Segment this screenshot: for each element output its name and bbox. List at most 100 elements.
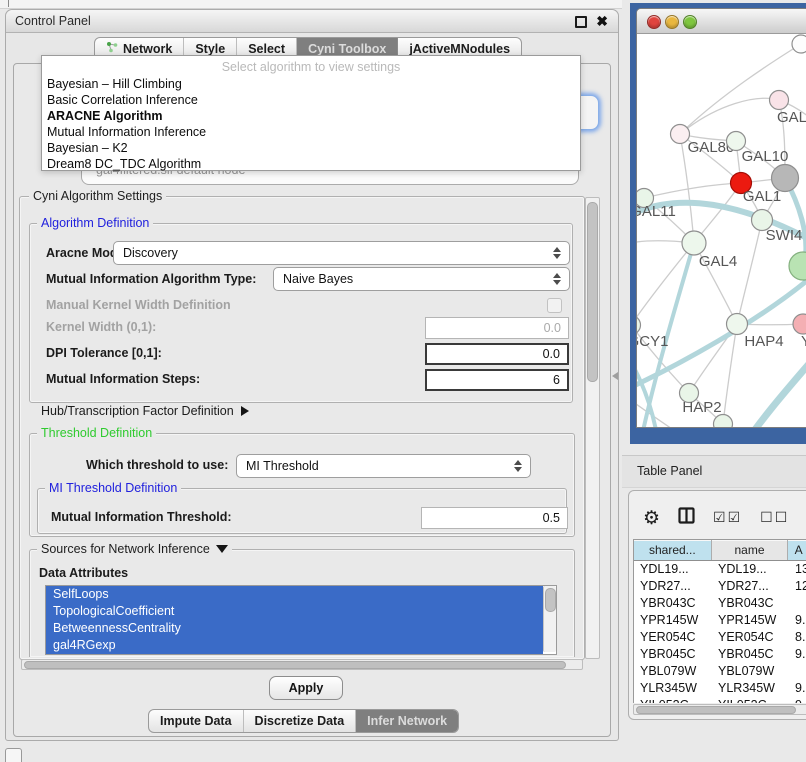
table-row[interactable]: YBR045CYBR045C9.: [634, 646, 806, 663]
network-node[interactable]: [727, 314, 748, 335]
apply-button[interactable]: Apply: [269, 676, 343, 700]
network-node[interactable]: [637, 316, 641, 335]
settings-hscrollbar[interactable]: [21, 659, 583, 670]
algorithm-option[interactable]: Basic Correlation Inference: [42, 92, 580, 108]
minimized-panel-icon[interactable]: [5, 748, 22, 762]
table-row[interactable]: YLR345WYLR345W9.: [634, 680, 806, 697]
column-header-A[interactable]: A: [788, 540, 806, 560]
table-cell: 8.: [789, 629, 806, 646]
data-attributes-label: Data Attributes: [39, 562, 128, 584]
table-cell: YBR045C: [712, 646, 789, 663]
panel-resize-handle[interactable]: [612, 372, 618, 380]
network-node[interactable]: [714, 415, 733, 429]
data-attributes-list[interactable]: SelfLoopsTopologicalCoefficientBetweenne…: [45, 585, 557, 655]
attribute-list-scrollbar-thumb[interactable]: [545, 588, 556, 612]
table-panel-title: Table Panel: [637, 464, 702, 478]
table-header-row: shared...nameA: [634, 540, 806, 561]
close-traffic-light[interactable]: [647, 15, 661, 29]
mi-steps-field[interactable]: 6: [425, 369, 569, 391]
table-row[interactable]: YPR145WYPR145W9.: [634, 612, 806, 629]
algorithm-option[interactable]: ARACNE Algorithm: [42, 108, 580, 124]
settings-scrollbar[interactable]: [585, 197, 600, 659]
threshold-definition-title: Threshold Definition: [37, 426, 156, 440]
attribute-list-item[interactable]: TopologicalCoefficient: [46, 603, 543, 620]
table-cell: YPR145W: [634, 612, 712, 629]
network-node[interactable]: [682, 231, 706, 255]
table-cell: YER054C: [634, 629, 712, 646]
mi-threshold-field[interactable]: 0.5: [421, 507, 568, 529]
table-cell: YLR345W: [634, 680, 712, 697]
close-icon[interactable]: ✖: [596, 13, 608, 29]
algorithm-option[interactable]: Bayesian – K2: [42, 140, 580, 156]
aracne-mode-value: Discovery: [123, 246, 178, 260]
algorithm-dropdown-placeholder: Select algorithm to view settings: [42, 59, 580, 76]
table-cell: YPR145W: [712, 612, 789, 629]
zoom-traffic-light[interactable]: [683, 15, 697, 29]
table-cell: 9.: [789, 646, 806, 663]
table-row[interactable]: YER054CYER054C8.: [634, 629, 806, 646]
network-window-titlebar: [637, 9, 806, 34]
tab-impute-data[interactable]: Impute Data: [149, 710, 244, 732]
attribute-list-scrollbar[interactable]: [543, 586, 556, 652]
network-node[interactable]: [770, 91, 789, 110]
mi-threshold-group-title: MI Threshold Definition: [45, 481, 181, 495]
algorithm-option[interactable]: Dream8 DC_TDC Algorithm: [42, 156, 580, 172]
kernel-width-field[interactable]: 0.0: [425, 317, 569, 339]
network-node[interactable]: [671, 125, 690, 144]
table-row[interactable]: YDR27...YDR27...12: [634, 578, 806, 595]
checked-checkboxes-icon[interactable]: ☑☑: [713, 509, 742, 527]
mi-steps-label: Mutual Information Steps:: [46, 368, 200, 390]
table-row[interactable]: YIL052CYIL052C9: [634, 697, 806, 703]
tab-discretize-data[interactable]: Discretize Data: [244, 710, 357, 732]
algorithm-option[interactable]: Mutual Information Inference: [42, 124, 580, 140]
table-hscrollbar-thumb[interactable]: [636, 706, 796, 714]
dpi-tolerance-field[interactable]: 0.0: [425, 343, 569, 365]
combo-spinner-icon: [553, 246, 561, 260]
sources-group-toggle[interactable]: Sources for Network Inference: [37, 542, 232, 556]
network-node[interactable]: [772, 165, 799, 192]
attribute-list-item[interactable]: gal4RGexp: [46, 637, 543, 654]
network-node[interactable]: [789, 252, 806, 280]
table-row[interactable]: YDL19...YDL19...13: [634, 561, 806, 578]
table-cell: YLR345W: [712, 680, 789, 697]
table-hscrollbar[interactable]: [633, 704, 806, 715]
aracne-mode-combo[interactable]: Discovery: [113, 241, 570, 265]
float-window-icon[interactable]: [575, 16, 587, 28]
manual-kernel-checkbox[interactable]: [547, 298, 562, 313]
gear-icon[interactable]: ⚙: [643, 507, 660, 530]
network-canvas[interactable]: GALGAL80GAL10GAL1GAL11SWI4GAL4GCY1HAP4YH…: [637, 34, 806, 427]
which-threshold-combo[interactable]: MI Threshold: [236, 454, 531, 478]
table-cell: YER054C: [712, 629, 789, 646]
mi-algorithm-type-label: Mutual Information Algorithm Type:: [46, 268, 256, 290]
unchecked-checkboxes-icon[interactable]: ☐☐: [760, 509, 789, 527]
attribute-list-item[interactable]: SelfLoops: [46, 586, 543, 603]
mi-algorithm-type-combo[interactable]: Naive Bayes: [273, 267, 570, 291]
attribute-list-item[interactable]: BetweennessCentrality: [46, 620, 543, 637]
network-view-window[interactable]: GALGAL80GAL10GAL1GAL11SWI4GAL4GCY1HAP4YH…: [636, 8, 806, 428]
table-row[interactable]: YBR043CYBR043C: [634, 595, 806, 612]
network-node[interactable]: [792, 35, 806, 53]
network-node-label: GAL4: [699, 253, 737, 270]
algorithm-definition-title: Algorithm Definition: [37, 216, 153, 230]
table-cell: YDL19...: [712, 561, 789, 578]
columns-icon[interactable]: [678, 507, 695, 529]
bottom-tabbar: Impute DataDiscretize DataInfer Network: [148, 709, 459, 733]
table-cell: YIL052C: [634, 697, 712, 703]
algorithm-dropdown: Select algorithm to view settings Bayesi…: [41, 55, 581, 171]
tab-infer-network[interactable]: Infer Network: [356, 710, 458, 732]
kernel-width-label: Kernel Width (0,1):: [46, 316, 156, 338]
hub-definition-toggle[interactable]: Hub/Transcription Factor Definition: [41, 404, 249, 418]
column-header-name[interactable]: name: [712, 540, 789, 560]
table-row[interactable]: YBL079WYBL079W: [634, 663, 806, 680]
settings-hscrollbar-thumb[interactable]: [24, 661, 566, 669]
node-table: shared...nameA YDL19...YDL19...13YDR27..…: [633, 539, 806, 703]
network-edge: [680, 98, 779, 134]
column-header-shared[interactable]: shared...: [634, 540, 712, 560]
table-panel-titlebar: Table Panel: [622, 455, 806, 488]
mi-threshold-label: Mutual Information Threshold:: [51, 506, 232, 528]
minimize-traffic-light[interactable]: [665, 15, 679, 29]
settings-scrollbar-thumb[interactable]: [587, 202, 598, 382]
network-node[interactable]: [793, 314, 806, 334]
algorithm-option[interactable]: Bayesian – Hill Climbing: [42, 76, 580, 92]
network-node-label: Y: [801, 333, 806, 350]
